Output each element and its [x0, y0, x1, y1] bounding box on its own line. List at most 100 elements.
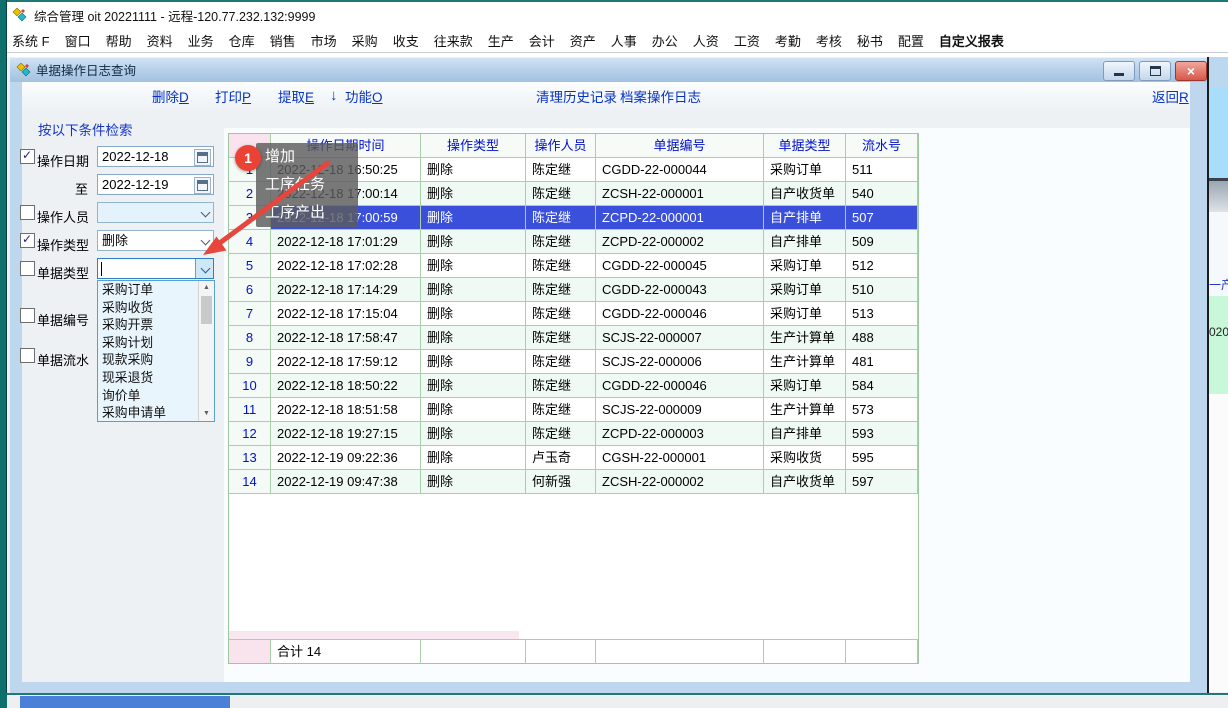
- row-number-cell: 9: [229, 350, 271, 374]
- annotation-tooltip: 增加 工序任务 工序产出: [256, 143, 358, 227]
- close-button[interactable]: ×: [1175, 61, 1207, 81]
- menu-item[interactable]: 仓库: [229, 31, 255, 50]
- print-button[interactable]: 打印P: [215, 89, 251, 107]
- table-cell: 512: [846, 254, 918, 278]
- table-row[interactable]: 112022-12-18 18:51:58删除陈定继SCJS-22-000009…: [229, 398, 918, 422]
- table-row[interactable]: 142022-12-19 09:47:38删除何新强ZCSH-22-000002…: [229, 470, 918, 494]
- operator-combo[interactable]: [97, 202, 214, 223]
- dropdown-option[interactable]: 采购开票: [98, 316, 198, 334]
- dropdown-option[interactable]: 采购计划: [98, 334, 198, 352]
- back-button[interactable]: 返回R: [1152, 89, 1189, 107]
- menu-item[interactable]: 生产: [488, 31, 514, 50]
- scroll-up-icon[interactable]: ▲: [199, 281, 214, 295]
- dropdown-scrollbar[interactable]: ▲ ▼: [198, 281, 214, 421]
- menu-item[interactable]: 工资: [734, 31, 760, 50]
- doc-type-combo[interactable]: [97, 258, 214, 279]
- delete-button[interactable]: 删除D: [152, 89, 189, 107]
- table-row[interactable]: 42022-12-18 17:01:29删除陈定继ZCPD-22-000002自…: [229, 230, 918, 254]
- row-number-cell: 12: [229, 422, 271, 446]
- operator-checkbox[interactable]: [20, 205, 35, 220]
- close-icon: ×: [1187, 64, 1195, 78]
- table-cell: 593: [846, 422, 918, 446]
- menu-item[interactable]: 窗口: [65, 31, 91, 50]
- menu-item[interactable]: 考核: [816, 31, 842, 50]
- archive-log-button[interactable]: 档案操作日志: [620, 89, 701, 107]
- table-cell: 删除: [421, 182, 526, 206]
- date-to-label: 至: [64, 179, 88, 198]
- menu-item[interactable]: 资料: [147, 31, 173, 50]
- peek-window: [1209, 57, 1228, 88]
- doc-type-dropdown-button[interactable]: [195, 259, 213, 278]
- dropdown-option[interactable]: 询价单: [98, 387, 198, 405]
- dropdown-option[interactable]: 采购订单: [98, 281, 198, 299]
- taskbar-item[interactable]: [20, 696, 230, 708]
- menu-item[interactable]: 收支: [393, 31, 419, 50]
- clear-history-button[interactable]: 清理历史记录: [536, 89, 617, 107]
- table-row[interactable]: 62022-12-18 17:14:29删除陈定继CGDD-22-000043采…: [229, 278, 918, 302]
- extract-button[interactable]: 提取E: [278, 89, 314, 107]
- peek-window-lower: [1209, 394, 1228, 692]
- dropdown-option[interactable]: 采购收货: [98, 299, 198, 317]
- calendar-icon[interactable]: [194, 177, 211, 194]
- row-number-cell: 5: [229, 254, 271, 278]
- table-cell: 595: [846, 446, 918, 470]
- tooltip-line: 增加: [265, 143, 358, 171]
- menu-item[interactable]: 业务: [188, 31, 214, 50]
- desktop-left-edge: [0, 0, 7, 708]
- column-header[interactable]: 单据类型: [764, 134, 846, 158]
- menu-item[interactable]: 采购: [352, 31, 378, 50]
- date-checkbox[interactable]: [20, 149, 35, 164]
- doc-no-checkbox[interactable]: [20, 308, 35, 323]
- table-row[interactable]: 102022-12-18 18:50:22删除陈定继CGDD-22-000046…: [229, 374, 918, 398]
- column-header[interactable]: 操作类型: [421, 134, 526, 158]
- dropdown-option[interactable]: 现采退货: [98, 369, 198, 387]
- date-from-input[interactable]: 2022-12-18: [97, 146, 214, 167]
- calendar-icon[interactable]: [194, 149, 211, 166]
- table-cell: SCJS-22-000009: [596, 398, 764, 422]
- op-type-checkbox[interactable]: [20, 233, 35, 248]
- scrollbar-thumb[interactable]: [201, 296, 212, 324]
- column-header[interactable]: 操作人员: [526, 134, 596, 158]
- table-row[interactable]: 72022-12-18 17:15:04删除陈定继CGDD-22-000046采…: [229, 302, 918, 326]
- menu-item[interactable]: 自定义报表: [939, 31, 1004, 50]
- table-row[interactable]: 82022-12-18 17:58:47删除陈定继SCJS-22-000007生…: [229, 326, 918, 350]
- table-cell: 陈定继: [526, 230, 596, 254]
- child-window-titlebar[interactable]: 单据操作日志查询: [10, 57, 1208, 82]
- menu-item[interactable]: 系统 F: [12, 31, 50, 50]
- doc-serial-checkbox[interactable]: [20, 348, 35, 363]
- menu-item[interactable]: 考勤: [775, 31, 801, 50]
- menu-item[interactable]: 人资: [693, 31, 719, 50]
- minimize-icon: [1114, 73, 1124, 76]
- scroll-down-icon[interactable]: ▼: [199, 407, 214, 421]
- column-header[interactable]: 流水号: [846, 134, 918, 158]
- table-cell: 481: [846, 350, 918, 374]
- dropdown-option[interactable]: 采购申请单: [98, 404, 198, 422]
- doc-type-checkbox[interactable]: [20, 261, 35, 276]
- column-header[interactable]: 单据编号: [596, 134, 764, 158]
- menu-item[interactable]: 销售: [270, 31, 296, 50]
- function-button[interactable]: 功能O: [345, 89, 383, 107]
- dropdown-option[interactable]: 现款采购: [98, 351, 198, 369]
- restore-button[interactable]: [1139, 61, 1171, 81]
- table-cell: 584: [846, 374, 918, 398]
- table-row[interactable]: 92022-12-18 17:59:12删除陈定继SCJS-22-000006生…: [229, 350, 918, 374]
- menu-item[interactable]: 帮助: [106, 31, 132, 50]
- menu-item[interactable]: 配置: [898, 31, 924, 50]
- minimize-button[interactable]: [1103, 61, 1135, 81]
- table-row[interactable]: 122022-12-18 19:27:15删除陈定继ZCPD-22-000003…: [229, 422, 918, 446]
- date-to-input[interactable]: 2022-12-19: [97, 174, 214, 195]
- app-title: 综合管理 oit 20221111 - 远程-120.77.232.132:99…: [34, 6, 315, 25]
- menu-item[interactable]: 往来款: [434, 31, 473, 50]
- menu-item[interactable]: 秘书: [857, 31, 883, 50]
- menu-item[interactable]: 资产: [570, 31, 596, 50]
- doc-type-label: 单据类型: [37, 263, 89, 282]
- op-type-combo[interactable]: 删除: [97, 230, 214, 251]
- menu-item[interactable]: 会计: [529, 31, 555, 50]
- menu-item[interactable]: 办公: [652, 31, 678, 50]
- doc-no-label: 单据编号: [37, 310, 89, 329]
- table-row[interactable]: 132022-12-19 09:22:36删除卢玉奇CGSH-22-000001…: [229, 446, 918, 470]
- table-row[interactable]: 52022-12-18 17:02:28删除陈定继CGDD-22-000045采…: [229, 254, 918, 278]
- menu-item[interactable]: 人事: [611, 31, 637, 50]
- table-cell: 2022-12-19 09:22:36: [271, 446, 421, 470]
- menu-item[interactable]: 市场: [311, 31, 337, 50]
